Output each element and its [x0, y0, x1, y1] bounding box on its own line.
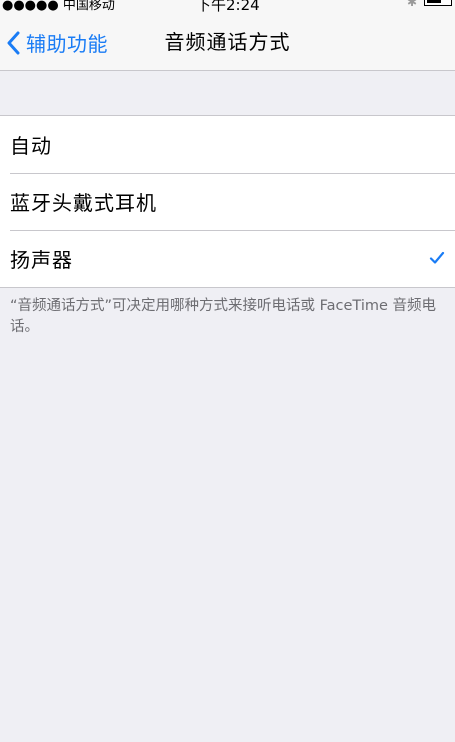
page-title: 音频通话方式 — [164, 30, 291, 54]
option-label: 扬声器 — [10, 248, 73, 272]
checkmark-icon — [429, 251, 445, 264]
status-bar: ●●●●● 中国移动 下午2:24 ✱ — [0, 0, 455, 14]
option-label: 自动 — [10, 134, 52, 158]
footer-description: “音频通话方式”可决定用哪种方式来接听电话或 FaceTime 音频电话。 — [10, 298, 437, 335]
battery-icon — [424, 0, 452, 6]
carrier-signal: ●●●●● 中国移动 — [2, 0, 115, 13]
option-label: 蓝牙头戴式耳机 — [10, 191, 157, 215]
option-speaker[interactable]: 扬声器 — [0, 230, 455, 287]
audio-routing-options: 自动 蓝牙头戴式耳机 扬声器 — [0, 115, 455, 288]
bluetooth-icon: ✱ — [407, 0, 418, 9]
option-automatic[interactable]: 自动 — [0, 116, 455, 173]
option-bluetooth-headset[interactable]: 蓝牙头戴式耳机 — [0, 173, 455, 230]
status-time: 下午2:24 — [196, 0, 260, 14]
navigation-bar: 辅助功能 音频通话方式 — [0, 14, 455, 71]
